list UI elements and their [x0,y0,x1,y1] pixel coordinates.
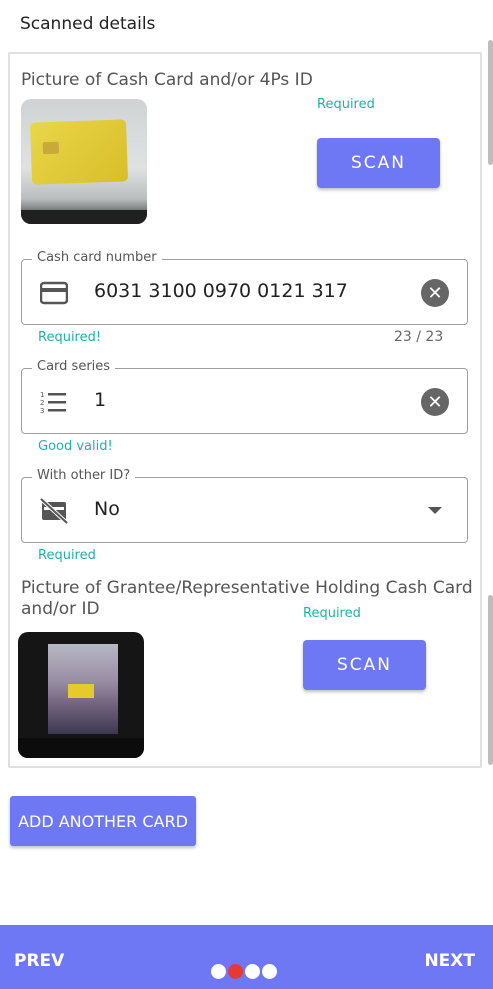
step-dot [228,964,243,979]
scrollbar[interactable] [488,40,493,165]
add-another-card-button[interactable]: ADD ANOTHER CARD [10,796,196,846]
svg-text:3: 3 [40,407,44,415]
clear-cash-card-icon[interactable]: ✕ [421,279,449,307]
cash-card-picture-required: Required [317,97,375,112]
cash-card-image [29,119,129,185]
chevron-down-icon[interactable] [428,507,442,514]
grantee-photo-thumbnail[interactable] [18,632,144,758]
with-other-id-select[interactable]: With other ID? No [21,468,468,543]
step-dot [211,964,226,979]
no-id-card-icon [40,498,68,524]
card-series-helper: Good valid! [38,439,113,454]
scrollbar-inner[interactable] [488,595,493,765]
bottom-nav-bar: PREV NEXT [0,925,493,989]
cash-card-picture-title: Picture of Cash Card and/or 4Ps ID [21,70,313,90]
card-series-label: Card series [32,359,116,374]
cash-card-photo-thumbnail[interactable] [21,99,147,224]
cash-card-helper: Required! [38,330,102,345]
svg-text:2: 2 [40,399,44,407]
grantee-picture-required: Required [303,606,361,621]
with-other-id-value: No [94,498,120,520]
cash-card-number-label: Cash card number [32,250,162,265]
svg-text:1: 1 [40,391,44,399]
page-title: Scanned details [20,14,156,34]
scan-cash-card-button[interactable]: SCAN [317,138,440,188]
step-dot [262,964,277,979]
credit-card-icon [40,281,68,305]
scan-grantee-button[interactable]: SCAN [303,640,426,690]
step-dot [245,964,260,979]
cash-card-char-counter: 23 / 23 [394,329,444,345]
next-button[interactable]: NEXT [424,951,475,971]
card-series-field[interactable]: Card series 1 2 3 1 ✕ [21,359,468,434]
with-other-id-helper: Required [38,548,96,563]
card-series-value: 1 [94,389,107,411]
with-other-id-label: With other ID? [32,468,136,483]
cash-card-number-field[interactable]: Cash card number 6031 3100 0970 0121 317… [21,250,468,325]
cash-card-number-value: 6031 3100 0970 0121 317 [94,280,348,302]
grantee-picture-title: Picture of Grantee/Representative Holdin… [21,578,473,619]
clear-card-series-icon[interactable]: ✕ [421,388,449,416]
step-indicator [211,964,277,979]
numbered-list-icon: 1 2 3 [40,391,66,415]
prev-button[interactable]: PREV [14,951,64,971]
